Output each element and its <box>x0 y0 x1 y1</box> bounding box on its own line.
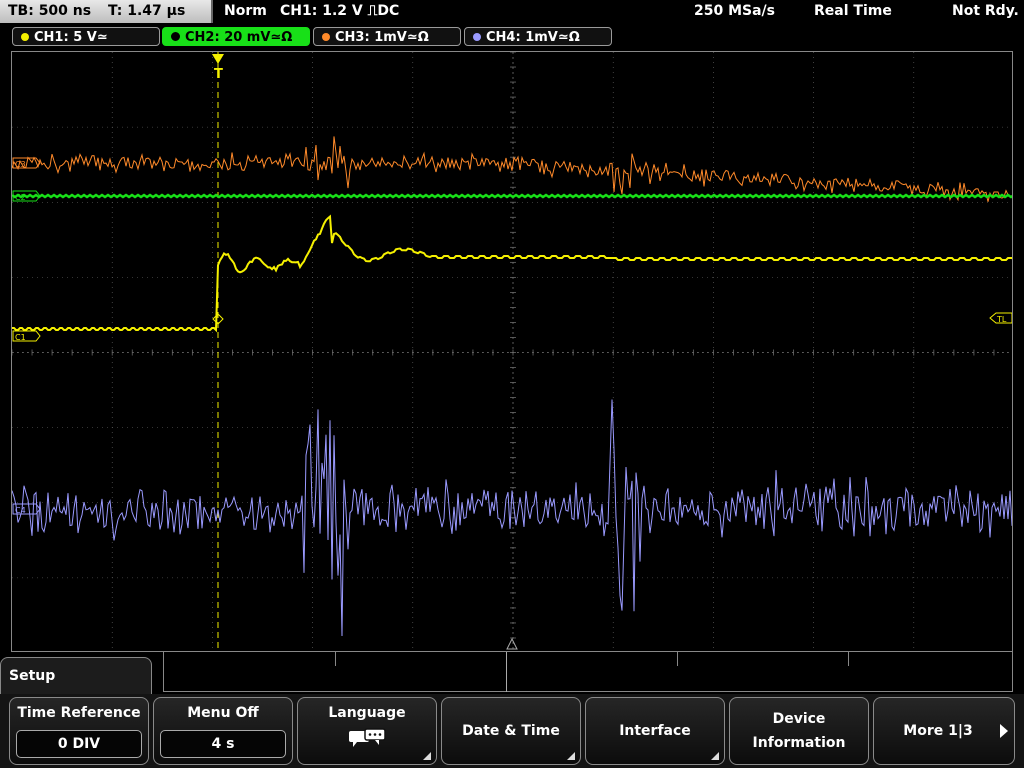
channel-2-label: CH2: 20 mV≃Ω <box>185 30 292 45</box>
trigger-time-value: T: 1.47 µs <box>108 3 185 19</box>
device-information-button[interactable]: Device Information <box>729 697 869 765</box>
channel-3-waveform <box>12 136 1013 201</box>
menu-off-button[interactable]: Menu Off 4 s <box>153 697 293 765</box>
timeline-tick <box>848 652 849 666</box>
trigger-top-label: T <box>214 67 223 82</box>
interface-label: Interface <box>586 719 724 743</box>
channel-4-dot-icon <box>473 33 481 41</box>
speech-bubble-icon <box>347 727 387 749</box>
time-reference-label: Time Reference <box>10 705 148 721</box>
sample-rate[interactable]: 250 MSa/s <box>694 3 775 19</box>
acquisition-mode[interactable]: Real Time <box>814 3 892 19</box>
channel-1-marker[interactable]: C1 <box>13 331 40 342</box>
channel-4-marker-label: C4 <box>15 506 26 515</box>
channel-2-tab[interactable]: CH2: 20 mV≃Ω <box>162 27 310 46</box>
channel-1-tab[interactable]: CH1: 5 V≃ <box>12 27 160 46</box>
channel-1-label: CH1: 5 V≃ <box>34 30 108 45</box>
channel-3-marker-label: C3 <box>15 160 26 169</box>
channel-2-marker-label: C2 <box>15 193 26 202</box>
channel-1-dot-icon <box>21 33 29 41</box>
menu-title-tab: Setup <box>0 657 152 697</box>
channel-bar: CH1: 5 V≃ CH2: 20 mV≃Ω CH3: 1mV≃Ω CH4: 1… <box>0 26 1024 48</box>
waveform-display[interactable]: T C3 C2 C1 C4 TL <box>11 51 1013 652</box>
horizontal-position-icon[interactable] <box>507 639 517 649</box>
timebase-value: TB: 500 ns <box>8 3 91 19</box>
waveform-canvas: T C3 C2 C1 C4 TL <box>12 52 1013 652</box>
channel-3-dot-icon <box>322 33 330 41</box>
channel-4-tab[interactable]: CH4: 1mV≃Ω <box>464 27 612 46</box>
zoom-timeline[interactable] <box>163 652 1013 692</box>
language-button[interactable]: Language <box>297 697 437 765</box>
channel-2-dot-icon <box>171 32 180 41</box>
submenu-corner-icon <box>423 752 431 760</box>
channel-4-marker[interactable]: C4 <box>13 504 40 515</box>
ready-state: Not Rdy. <box>952 3 1019 19</box>
channel-3-label: CH3: 1mV≃Ω <box>335 30 429 45</box>
status-bar: TB: 500 ns T: 1.47 µs Norm CH1: 1.2 V ⎍D… <box>0 0 1024 24</box>
trigger-level-label: TL <box>996 315 1007 324</box>
submenu-corner-icon <box>567 752 575 760</box>
device-information-label: Device Information <box>730 707 868 755</box>
timeline-tick <box>677 652 678 666</box>
date-time-label: Date & Time <box>442 719 580 743</box>
channel-4-label: CH4: 1mV≃Ω <box>486 30 580 45</box>
graticule-grid <box>12 52 1013 652</box>
channel-3-tab[interactable]: CH3: 1mV≃Ω <box>313 27 461 46</box>
channel-1-marker-label: C1 <box>15 333 26 342</box>
date-time-button[interactable]: Date & Time <box>441 697 581 765</box>
menu-off-value[interactable]: 4 s <box>160 730 286 758</box>
more-button[interactable]: More 1|3 <box>873 697 1015 765</box>
channel-2-waveform <box>12 195 1013 197</box>
submenu-corner-icon <box>711 752 719 760</box>
timebase-box[interactable]: TB: 500 ns T: 1.47 µs <box>0 0 213 23</box>
arrow-right-icon <box>1000 724 1008 738</box>
trigger-position-icon[interactable] <box>212 54 224 64</box>
trigger-level-marker[interactable]: TL <box>990 313 1012 324</box>
time-reference-button[interactable]: Time Reference 0 DIV <box>9 697 149 765</box>
menu-off-label: Menu Off <box>154 705 292 721</box>
trigger-setting[interactable]: CH1: 1.2 V ⎍DC <box>280 3 399 19</box>
language-label: Language <box>298 705 436 721</box>
channel-1-waveform <box>12 217 1013 331</box>
menu-title: Setup <box>9 668 55 684</box>
more-label: More 1|3 <box>874 719 1014 743</box>
timeline-tick <box>335 652 336 666</box>
trigger-mode[interactable]: Norm <box>224 3 267 19</box>
interface-button[interactable]: Interface <box>585 697 725 765</box>
timeline-center-line <box>506 652 507 692</box>
time-reference-value[interactable]: 0 DIV <box>16 730 142 758</box>
